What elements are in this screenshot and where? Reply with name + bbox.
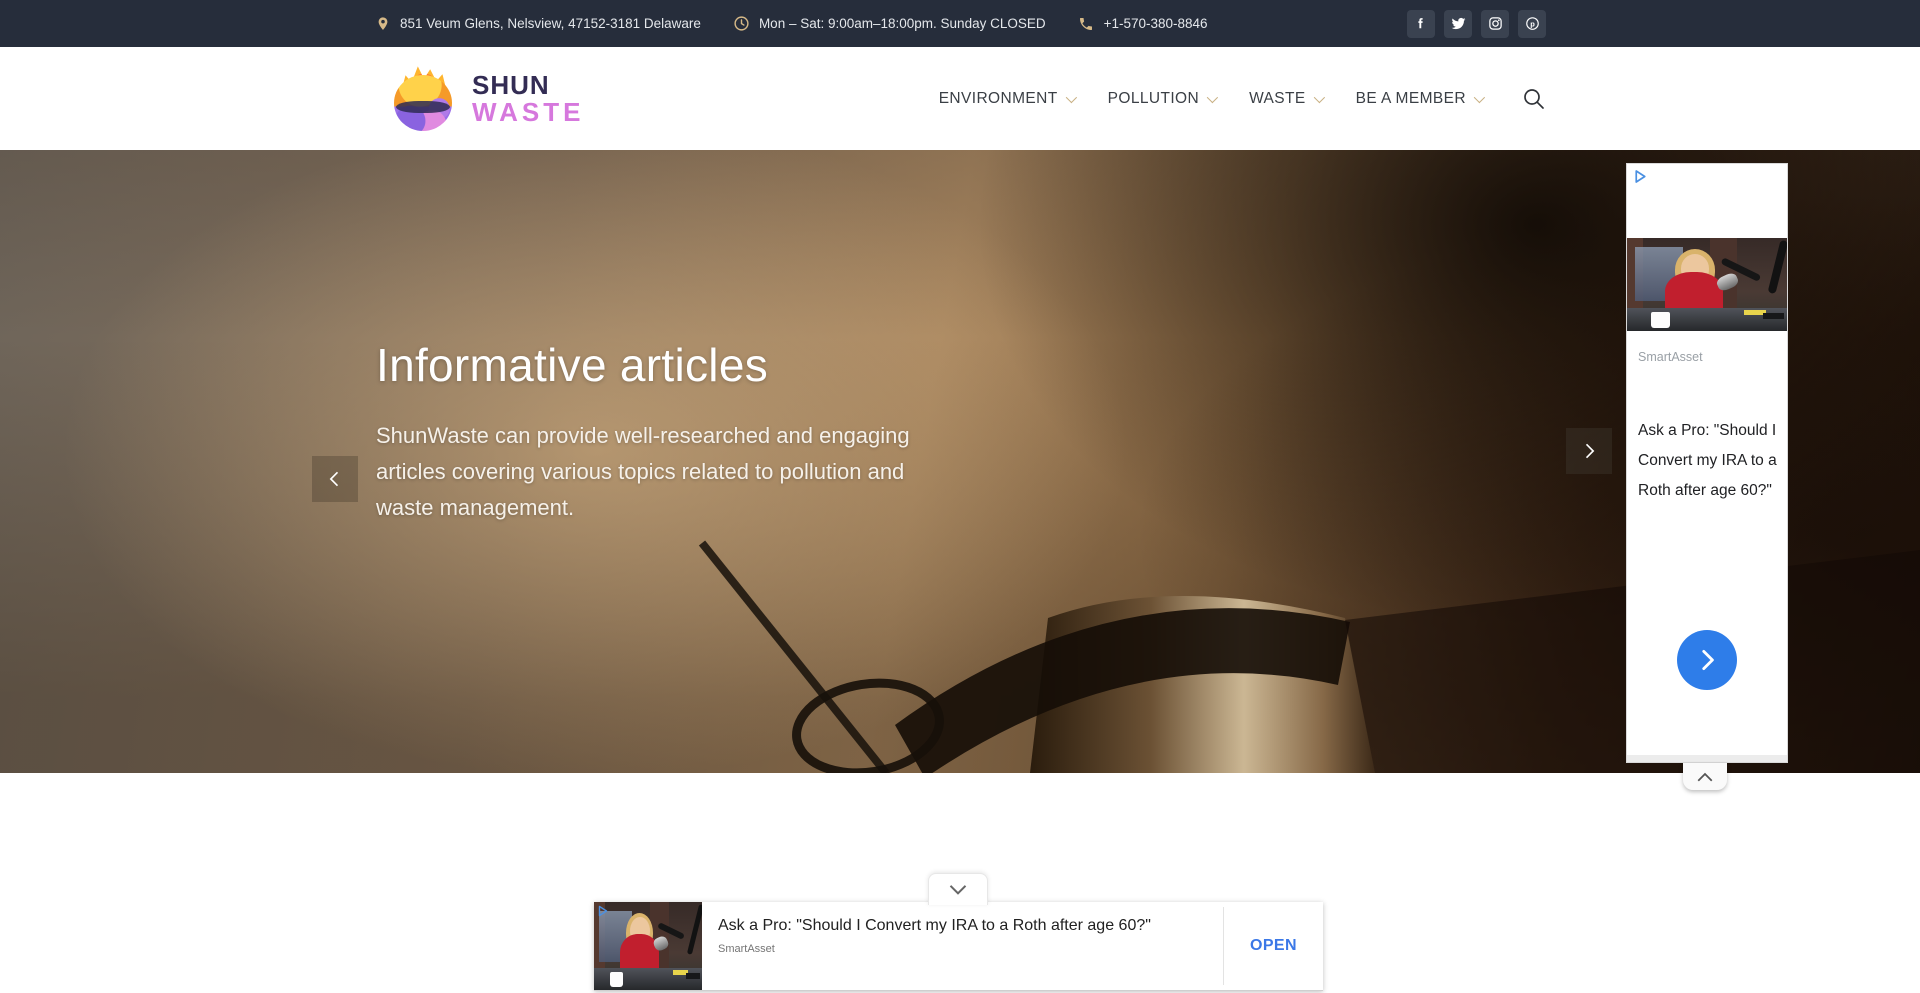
pinterest-icon[interactable]: p <box>1518 10 1546 38</box>
ad-headline: Ask a Pro: "Should I Convert my IRA to a… <box>718 915 1223 936</box>
hero-title: Informative articles <box>376 338 768 392</box>
nav-item-pollution[interactable]: POLLUTION <box>1108 90 1215 108</box>
brand-name-line1: SHUN <box>472 72 584 99</box>
ad-sponsor-label: SmartAsset <box>718 943 1223 955</box>
nav-item-waste[interactable]: WASTE <box>1249 90 1322 108</box>
brand-name-line2: WASTE <box>472 99 584 126</box>
sidebar-ad-collapse-button[interactable] <box>1683 763 1727 790</box>
topbar-phone: +1-570-380-8846 <box>1078 15 1208 32</box>
chevron-left-icon <box>325 469 345 489</box>
ad-photo-news-anchor <box>1627 238 1787 331</box>
ad-next-circle-button[interactable] <box>1677 630 1737 690</box>
ad-open-button[interactable]: OPEN <box>1224 902 1323 990</box>
hero-description: ShunWaste can provide well-researched an… <box>376 418 961 526</box>
adchoices-icon[interactable] <box>596 904 611 919</box>
main-nav: ENVIRONMENT POLLUTION WASTE BE A MEMBER <box>939 87 1546 111</box>
topbar-hours-text: Mon – Sat: 9:00am–18:00pm. Sunday CLOSED <box>759 16 1046 31</box>
nav-label: BE A MEMBER <box>1356 90 1466 108</box>
adchoices-icon[interactable] <box>1632 168 1649 185</box>
topbar-social: p <box>1407 10 1546 38</box>
chevron-down-icon <box>1065 91 1076 102</box>
bottom-anchor-ad[interactable]: Ask a Pro: "Should I Convert my IRA to a… <box>594 902 1323 991</box>
brand-logo[interactable]: SHUN WASTE <box>394 67 584 131</box>
ad-sponsor-label: SmartAsset <box>1638 350 1703 364</box>
nav-item-environment[interactable]: ENVIRONMENT <box>939 90 1074 108</box>
chevron-down-icon <box>1207 91 1218 102</box>
header: SHUN WASTE ENVIRONMENT POLLUTION WASTE <box>0 47 1920 150</box>
chevron-up-icon <box>1696 771 1714 783</box>
carousel-prev-button[interactable] <box>312 456 358 502</box>
clock-icon <box>733 15 750 32</box>
topbar-phone-text: +1-570-380-8846 <box>1104 16 1208 31</box>
page: 851 Veum Glens, Nelsview, 47152-3181 Del… <box>0 0 1920 993</box>
chevron-down-icon <box>1313 91 1324 102</box>
ad-photo-news-anchor <box>594 902 702 990</box>
nav-item-be-a-member[interactable]: BE A MEMBER <box>1356 90 1482 108</box>
topbar-hours: Mon – Sat: 9:00am–18:00pm. Sunday CLOSED <box>733 15 1046 32</box>
carousel-next-button[interactable] <box>1566 428 1612 474</box>
svg-text:p: p <box>1530 19 1535 28</box>
ad-bottom-strip <box>1627 755 1787 762</box>
nav-label: WASTE <box>1249 90 1306 108</box>
search-icon[interactable] <box>1522 87 1546 111</box>
ad-headline: Ask a Pro: "Should I Convert my IRA to a… <box>1638 416 1782 506</box>
nav-label: POLLUTION <box>1108 90 1199 108</box>
topbar-address-text: 851 Veum Glens, Nelsview, 47152-3181 Del… <box>400 16 701 31</box>
twitter-icon[interactable] <box>1444 10 1472 38</box>
chevron-right-icon <box>1579 441 1599 461</box>
burning-earth-logo-icon <box>394 67 456 131</box>
sidebar-ad[interactable]: SmartAsset Ask a Pro: "Should I Convert … <box>1626 163 1788 763</box>
chevron-down-icon <box>1474 91 1485 102</box>
nav-label: ENVIRONMENT <box>939 90 1058 108</box>
chevron-right-icon <box>1694 647 1720 673</box>
topbar-address: 851 Veum Glens, Nelsview, 47152-3181 Del… <box>374 15 701 32</box>
bottom-ad-dismiss-tab[interactable] <box>928 873 988 905</box>
phone-icon <box>1078 15 1095 32</box>
topbar: 851 Veum Glens, Nelsview, 47152-3181 Del… <box>0 0 1920 47</box>
instagram-icon[interactable] <box>1481 10 1509 38</box>
chevron-down-icon <box>948 884 968 896</box>
location-pin-icon <box>374 15 391 32</box>
facebook-icon[interactable] <box>1407 10 1435 38</box>
